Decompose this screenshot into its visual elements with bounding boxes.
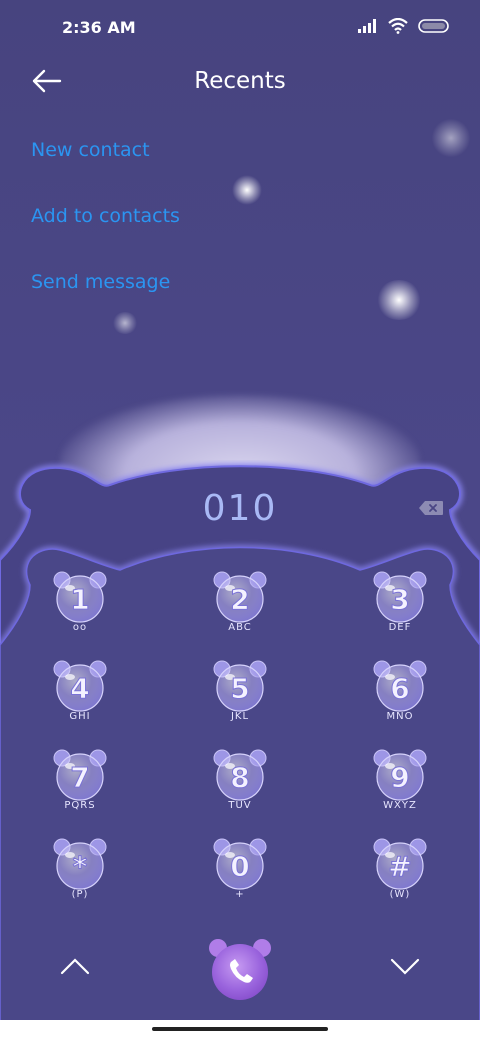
key-letters: WXYZ (383, 800, 417, 811)
page-title: Recents (194, 68, 286, 94)
key-digit: 4 (70, 672, 89, 705)
status-bar: 2:36 AM (0, 0, 480, 56)
bear-bubble-icon: 3 (373, 571, 427, 623)
bear-bubble-icon: 6 (373, 660, 427, 712)
new-contact-link[interactable]: New contact (31, 135, 180, 201)
key-7[interactable]: 8 TUV (185, 746, 295, 826)
key-6[interactable]: 7 PQRS (25, 746, 135, 826)
dialer-screen: 2:36 AM Recents New contact Add to conta… (0, 0, 480, 1040)
key-digit: 8 (230, 761, 249, 794)
key-letters: (P) (71, 889, 89, 900)
key-4[interactable]: 5 JKL (185, 657, 295, 737)
wifi-icon (388, 18, 408, 34)
key-11[interactable]: # (W) (345, 835, 455, 915)
key-letters: oo (72, 622, 88, 633)
key-2[interactable]: 3 DEF (345, 568, 455, 648)
status-time: 2:36 AM (62, 18, 136, 37)
bear-bubble-icon: 9 (373, 749, 427, 801)
key-digit: 3 (390, 583, 409, 616)
battery-icon (418, 19, 449, 33)
add-to-contacts-link[interactable]: Add to contacts (31, 201, 180, 267)
key-letters: (W) (389, 889, 411, 900)
key-digit: 2 (230, 583, 249, 616)
backspace-icon[interactable] (418, 500, 444, 516)
dialed-number: 010 (202, 488, 278, 529)
send-message-link[interactable]: Send message (31, 267, 180, 333)
home-indicator[interactable] (152, 1027, 328, 1031)
app-header: Recents (0, 56, 480, 106)
bear-bubble-icon: 7 (53, 749, 107, 801)
key-1[interactable]: 2 ABC (185, 568, 295, 648)
key-5[interactable]: 6 MNO (345, 657, 455, 737)
key-3[interactable]: 4 GHI (25, 657, 135, 737)
key-letters: PQRS (64, 800, 96, 811)
key-digit: 7 (70, 761, 89, 794)
key-letters: DEF (388, 622, 412, 633)
key-letters: TUV (228, 800, 252, 811)
key-8[interactable]: 9 WXYZ (345, 746, 455, 826)
contact-actions: New contact Add to contacts Send message (31, 135, 180, 333)
sparkle-decoration (376, 280, 422, 320)
bear-bubble-icon: 0 (213, 838, 267, 890)
key-digit: 9 (390, 761, 409, 794)
bear-bubble-icon: 5 (213, 660, 267, 712)
key-10[interactable]: 0 + (185, 835, 295, 915)
bear-bubble-icon: 1 (53, 571, 107, 623)
bear-bubble-icon: # (373, 838, 427, 890)
key-0[interactable]: 1 oo (25, 568, 135, 648)
key-9[interactable]: * (P) (25, 835, 135, 915)
key-digit: 6 (390, 672, 409, 705)
key-digit: 1 (70, 583, 89, 616)
status-icons (358, 18, 450, 34)
chevron-down-icon[interactable] (390, 955, 420, 977)
key-letters: ABC (228, 622, 252, 633)
key-digit: 0 (230, 850, 249, 883)
key-letters: GHI (69, 711, 91, 722)
bear-bubble-icon: 4 (53, 660, 107, 712)
sparkle-decoration (432, 118, 470, 158)
key-letters: MNO (386, 711, 414, 722)
key-digit: * (73, 850, 88, 883)
signal-icon (358, 19, 376, 33)
key-letters: JKL (230, 711, 250, 722)
bear-bubble-icon: 2 (213, 571, 267, 623)
key-letters: + (235, 889, 245, 900)
chevron-up-icon[interactable] (60, 955, 90, 977)
sparkle-decoration (232, 175, 262, 205)
call-button[interactable] (204, 934, 276, 1002)
key-digit: # (388, 850, 411, 883)
key-digit: 5 (230, 672, 249, 705)
bear-bubble-icon: 8 (213, 749, 267, 801)
bear-bubble-icon: * (53, 838, 107, 890)
